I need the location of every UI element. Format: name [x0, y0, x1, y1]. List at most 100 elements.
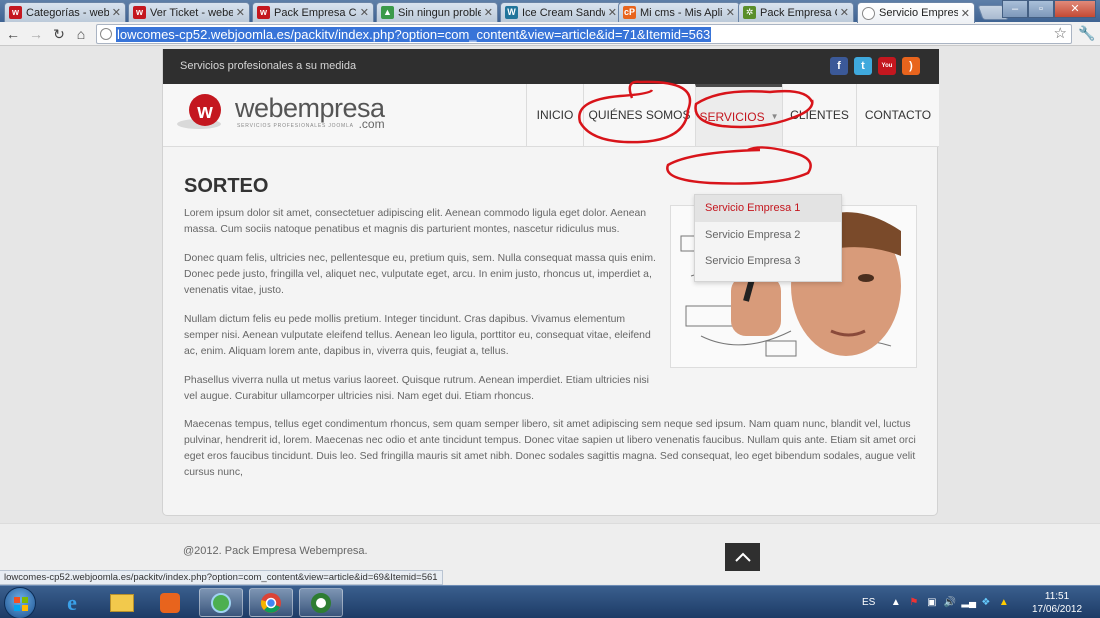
menu-item-contacto[interactable]: CONTACTO [856, 84, 939, 146]
site-topbar: Servicios profesionales a su medida f t … [163, 49, 939, 84]
youtube-icon[interactable]: You [878, 57, 896, 75]
w-icon: w [9, 6, 22, 19]
close-icon[interactable]: ✕ [726, 6, 735, 19]
rss-icon[interactable]: ) [902, 57, 920, 75]
article-paragraph: Maecenas tempus, tellus eget condimentum… [184, 419, 916, 478]
tab-label: Ice Cream Sandwic [522, 6, 605, 19]
clock-time: 11:51 [1044, 591, 1070, 602]
article-title: SORTEO [184, 175, 269, 197]
menu-label: INICIO [536, 108, 574, 122]
tab-label: Categorías - webe [26, 6, 109, 19]
browser-tab[interactable]: W Ice Cream Sandwic ✕ [500, 2, 622, 22]
close-icon[interactable]: ✕ [360, 6, 369, 19]
submenu-item-servicio-2[interactable]: Servicio Empresa 2 [695, 222, 841, 249]
article-paragraph: Lorem ipsum dolor sit amet, consectetuer… [184, 208, 647, 235]
facebook-icon[interactable]: f [830, 57, 848, 75]
url-text[interactable]: lowcomes-cp52.webjoomla.es/packitv/index… [116, 27, 712, 42]
tab-strip: w Categorías - webe ✕ w Ver Ticket - web… [0, 0, 1100, 23]
webempresa-logo-icon[interactable]: w [177, 92, 227, 132]
menu-item-quienes-somos[interactable]: QUIÉNES SOMOS [583, 84, 695, 146]
logo-suffix: .com [358, 117, 385, 131]
menu-label: CONTACTO [864, 108, 932, 122]
back-arrow-icon[interactable]: ← [4, 25, 22, 43]
w-icon: w [133, 6, 146, 19]
svg-text:w: w [196, 101, 213, 123]
tab-label: Servicio Empresa 1 [879, 7, 958, 19]
taskbar: e ES ▲ ⚑ ▣ 🔊 ▂▄ ❖ ▲ 11:51 17/06/2012 [0, 585, 1100, 618]
main-menu: INICIO QUIÉNES SOMOS SERVICIOS ▼ CLIENTES… [526, 84, 939, 146]
window-controls: – ▫ ✕ [1002, 0, 1096, 18]
w-icon: w [257, 6, 270, 19]
chrome-icon[interactable] [249, 588, 293, 617]
file-explorer-icon[interactable] [100, 588, 144, 617]
system-tray: ES ▲ ⚑ ▣ 🔊 ▂▄ ❖ ▲ [862, 586, 1015, 618]
close-icon[interactable]: ✕ [608, 6, 617, 19]
wrench-icon[interactable]: 🔧 [1078, 25, 1095, 42]
chevron-down-icon: ▼ [770, 112, 779, 121]
language-indicator[interactable]: ES [862, 597, 875, 608]
volume-icon[interactable]: 🔊 [943, 596, 956, 609]
tab-label: Pack Empresa Clar [274, 6, 357, 19]
submenu-item-servicio-3[interactable]: Servicio Empresa 3 [695, 248, 841, 275]
dropbox-icon[interactable]: ❖ [979, 596, 992, 609]
article-paragraph: Nullam dictum felis eu pede mollis preti… [184, 314, 651, 357]
forward-arrow-icon[interactable]: → [27, 25, 45, 43]
network-app-icon[interactable] [199, 588, 243, 617]
browser-tab[interactable]: cP Mi cms - Mis Aplic ✕ [618, 2, 740, 22]
app-circle-icon[interactable] [299, 588, 343, 617]
browser-toolbar: ← → ↻ ⌂ lowcomes-cp52.webjoomla.es/packi… [0, 22, 1100, 46]
device-icon[interactable]: ▣ [925, 596, 938, 609]
drive-icon[interactable]: ▲ [997, 596, 1010, 609]
bookmark-star-icon[interactable]: ☆ [1054, 25, 1067, 43]
joomla-icon: ✲ [743, 6, 756, 19]
site-header: w webempresa .com SERVICIOS PROFESIONALE… [163, 84, 939, 147]
menu-item-clientes[interactable]: CLIENTES [782, 84, 856, 146]
flag-icon[interactable]: ⚑ [907, 596, 920, 609]
maximize-button[interactable]: ▫ [1028, 0, 1054, 18]
start-button[interactable] [4, 587, 36, 618]
tab-label: Pack Empresa Clar [760, 6, 837, 19]
signal-icon[interactable]: ▂▄ [961, 596, 976, 609]
minimize-button[interactable]: – [1002, 0, 1028, 18]
media-player-icon[interactable] [148, 588, 192, 617]
browser-tab[interactable]: w Ver Ticket - webem ✕ [128, 2, 250, 22]
browser-tab-active[interactable]: Servicio Empresa 1 ✕ [857, 2, 975, 23]
clock[interactable]: 11:51 17/06/2012 [1032, 590, 1082, 616]
chevron-up-icon[interactable]: ▲ [889, 596, 902, 609]
browser-tab[interactable]: ✲ Pack Empresa Clar ✕ [738, 2, 854, 22]
browser-tab[interactable]: w Categorías - webe ✕ [4, 2, 126, 22]
globe-icon [862, 6, 875, 20]
browser-tab[interactable]: w Pack Empresa Clar ✕ [252, 2, 374, 22]
tab-label: Ver Ticket - webem [150, 6, 233, 19]
servicios-submenu: Servicio Empresa 1 Servicio Empresa 2 Se… [694, 194, 842, 282]
twitter-icon[interactable]: t [854, 57, 872, 75]
internet-explorer-icon[interactable]: e [50, 588, 94, 617]
close-icon[interactable]: ✕ [112, 6, 121, 19]
reload-icon[interactable]: ↻ [50, 25, 68, 43]
status-bar: lowcomes-cp52.webjoomla.es/packitv/index… [0, 570, 443, 585]
address-bar[interactable]: lowcomes-cp52.webjoomla.es/packitv/index… [96, 24, 1072, 44]
site-container: Servicios profesionales a su medida f t … [162, 49, 939, 516]
close-icon[interactable]: ✕ [961, 7, 970, 20]
menu-item-servicios[interactable]: SERVICIOS ▼ [695, 84, 782, 146]
menu-label: SERVICIOS [699, 109, 765, 124]
close-window-button[interactable]: ✕ [1054, 0, 1096, 18]
site-tagline: Servicios profesionales a su medida [180, 60, 357, 72]
submenu-item-servicio-1[interactable]: Servicio Empresa 1 [695, 195, 841, 222]
close-icon[interactable]: ✕ [236, 6, 245, 19]
menu-item-inicio[interactable]: INICIO [526, 84, 583, 146]
menu-label: QUIÉNES SOMOS [588, 108, 691, 122]
logo-subtitle: SERVICIOS PROFESIONALES JOOMLA [237, 123, 354, 129]
close-icon[interactable]: ✕ [840, 6, 849, 19]
home-icon[interactable]: ⌂ [72, 25, 90, 43]
scroll-to-top-button[interactable] [725, 543, 760, 571]
close-icon[interactable]: ✕ [484, 6, 493, 19]
logo-wordmark[interactable]: webempresa .com [235, 93, 385, 131]
cpanel-icon: cP [623, 6, 636, 19]
footer-copyright: @2012. Pack Empresa Webempresa. [183, 545, 368, 557]
wordpress-icon: W [505, 6, 518, 19]
tab-label: Mi cms - Mis Aplic [640, 6, 723, 19]
browser-tab[interactable]: ▲ Sin ningun problen ✕ [376, 2, 498, 22]
drive-icon: ▲ [381, 6, 394, 19]
page-info-icon[interactable] [100, 28, 112, 40]
